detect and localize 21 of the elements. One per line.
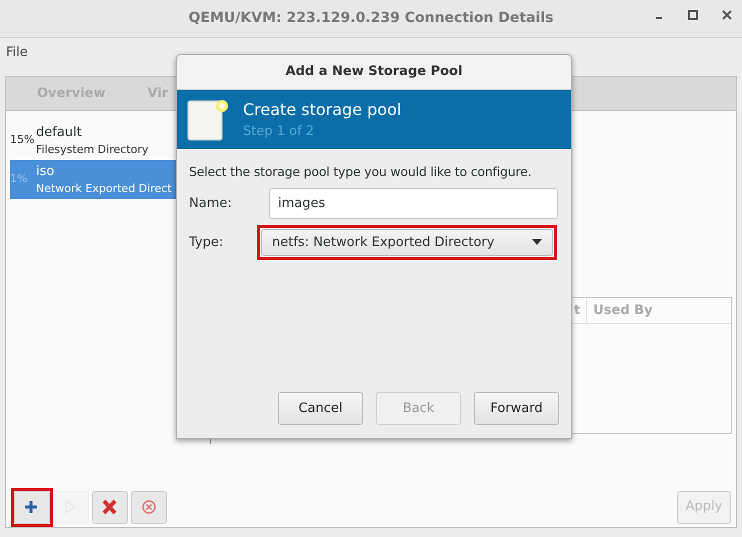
stop-icon [141,499,157,515]
wizard-heading: Create storage pool [243,98,402,121]
stop-button[interactable] [131,490,167,524]
dialog-title: Add a New Storage Pool [286,63,462,82]
column-header[interactable]: Used By [586,298,731,323]
dialog-button[interactable]: Forward [474,392,559,425]
delete-icon [102,499,118,515]
dialog-button[interactable]: Cancel [278,392,363,425]
document-icon [187,98,229,142]
type-dropdown[interactable]: netfs: Network Exported Directory [261,228,553,256]
step-label: Step 1 of 2 [243,122,316,141]
delete-button[interactable] [92,490,128,524]
type-label: Type: [189,234,224,252]
close-icon[interactable] [722,10,732,20]
window-title: QEMU/KVM: 223.129.0.239 Connection Details [188,9,554,28]
menu-item[interactable]: File [6,43,28,63]
plus-icon [24,499,40,515]
maximize-icon[interactable] [688,10,698,20]
dropdown-arrow-icon [532,239,542,246]
name-field[interactable]: images [269,188,558,219]
column-header[interactable]: t [568,298,586,323]
